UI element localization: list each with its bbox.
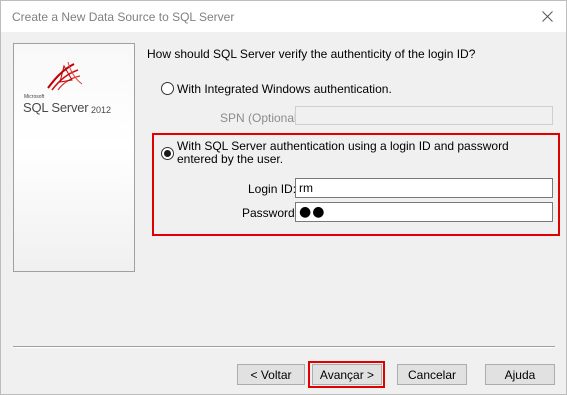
branding-panel: Microsoft SQL Server 2012 — [13, 43, 135, 272]
footer-separator — [13, 346, 555, 348]
integrated-auth-radio[interactable] — [161, 82, 174, 95]
close-button[interactable] — [532, 3, 562, 29]
auth-question: How should SQL Server verify the authent… — [147, 47, 476, 61]
next-button[interactable]: Avançar > — [312, 364, 382, 385]
integrated-auth-label[interactable]: With Integrated Windows authentication. — [177, 82, 392, 96]
logo-version-text: 2012 — [91, 105, 112, 115]
sql-auth-radio[interactable] — [161, 147, 174, 160]
logo-product-text: SQL Server — [23, 100, 89, 115]
cancel-button[interactable]: Cancelar — [397, 364, 467, 385]
help-button[interactable]: Ajuda — [485, 364, 555, 385]
window-title: Create a New Data Source to SQL Server — [12, 10, 235, 24]
dialog-window: Create a New Data Source to SQL Server M… — [0, 0, 567, 395]
sql-server-logo: Microsoft SQL Server 2012 — [22, 60, 132, 120]
spn-label: SPN (Optional): — [220, 111, 305, 125]
title-bar: Create a New Data Source to SQL Server — [1, 1, 566, 32]
spn-input — [295, 106, 553, 125]
sql-auth-label[interactable]: With SQL Server authentication using a l… — [177, 140, 549, 166]
password-label: Password: — [242, 206, 299, 220]
password-input[interactable]: ●● — [295, 202, 553, 222]
close-icon — [541, 10, 553, 22]
sql-server-logo-icon — [47, 61, 83, 91]
login-id-label: Login ID: — [248, 182, 297, 196]
back-button[interactable]: < Voltar — [237, 364, 305, 385]
login-id-input[interactable]: rm — [295, 178, 553, 198]
